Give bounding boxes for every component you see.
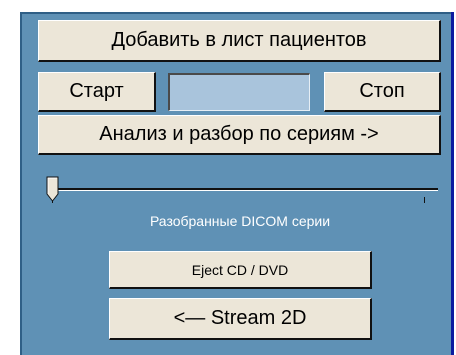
start-label: Старт (69, 80, 124, 102)
control-panel: Добавить в лист пациентов Старт Стоп Ана… (0, 0, 456, 355)
eject-cd-dvd-button[interactable]: Eject CD / DVD (109, 251, 372, 289)
slider-tick-end (424, 197, 425, 203)
stream-2d-button[interactable]: <— Stream 2D (109, 298, 372, 340)
start-button[interactable]: Старт (38, 72, 156, 112)
eject-label: Eject CD / DVD (191, 261, 289, 278)
add-to-patient-list-label: Добавить в лист пациентов (111, 29, 367, 51)
add-to-patient-list-button[interactable]: Добавить в лист пациентов (38, 20, 441, 62)
stream-2d-label: <— Stream 2D (173, 307, 307, 329)
status-field[interactable] (168, 73, 310, 111)
dicom-series-caption: Разобранные DICOM серии (149, 213, 331, 229)
series-slider[interactable] (38, 170, 442, 210)
analyze-series-button[interactable]: Анализ и разбор по сериям -> (38, 115, 441, 155)
slider-track-highlight (50, 190, 438, 191)
stop-button[interactable]: Стоп (324, 72, 441, 112)
slider-thumb[interactable] (46, 176, 60, 202)
analyze-series-label: Анализ и разбор по сериям -> (99, 123, 379, 145)
panel-right-border (451, 12, 454, 355)
stop-label: Стоп (359, 80, 405, 102)
